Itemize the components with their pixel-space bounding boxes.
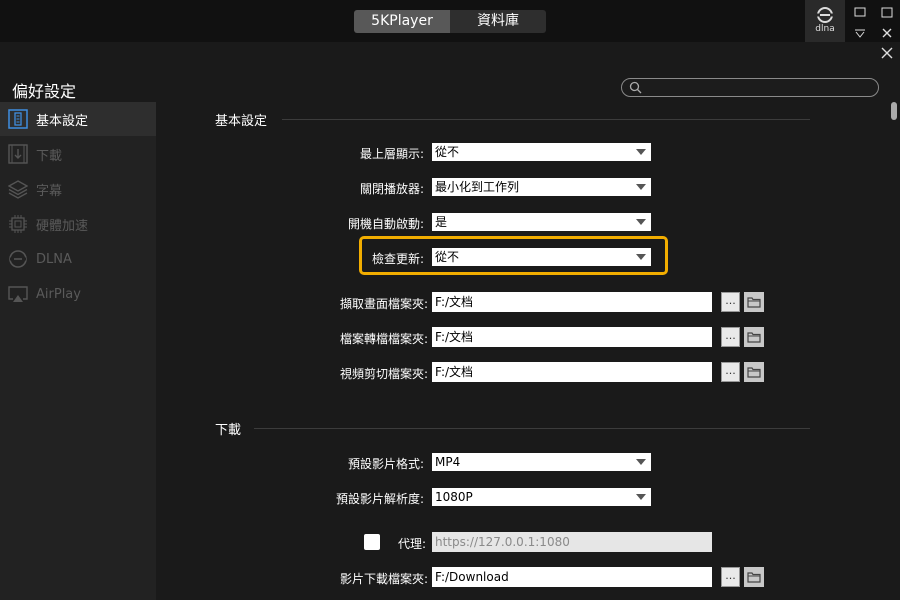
sidebar: 基本設定 下載 字幕 硬體加速 DLNA AirPlay — [0, 102, 156, 600]
sidebar-item-label: 基本設定 — [36, 113, 89, 129]
check-update-value: 從不 — [435, 250, 460, 264]
close-player-select[interactable]: 最小化到工作列 — [432, 178, 651, 196]
sidebar-item-basic-settings[interactable]: 基本設定 — [0, 102, 156, 136]
convert-browse-button[interactable]: ... — [721, 327, 740, 347]
download-folder-field[interactable] — [432, 567, 712, 587]
preferences-header: 偏好設定 — [0, 42, 900, 102]
cut-open-folder-button[interactable] — [744, 362, 764, 382]
scrollbar-thumb[interactable] — [891, 102, 897, 120]
format-label: 預設影片格式: — [347, 457, 424, 471]
minimize-button[interactable] — [851, 4, 869, 20]
check-update-select[interactable]: 從不 — [432, 248, 651, 266]
chevron-down-icon — [855, 29, 865, 38]
always-on-top-select[interactable]: 從不 — [432, 143, 651, 161]
tab-5kplayer[interactable]: 5KPlayer — [354, 10, 450, 33]
always-on-top-value: 從不 — [435, 145, 460, 159]
download-icon — [8, 144, 28, 164]
section-divider — [282, 119, 810, 120]
resolution-value: 1080P — [435, 490, 473, 504]
close-player-label: 關閉播放器: — [359, 182, 424, 196]
maximize-icon — [881, 7, 893, 18]
sidebar-item-subtitles[interactable]: 字幕 — [0, 172, 156, 206]
autostart-value: 是 — [435, 215, 448, 229]
snapshot-open-folder-button[interactable] — [744, 292, 764, 312]
autostart-select[interactable]: 是 — [432, 213, 651, 231]
sidebar-item-airplay[interactable]: AirPlay — [0, 277, 156, 311]
convert-open-folder-button[interactable] — [744, 327, 764, 347]
folder-icon — [747, 332, 761, 343]
settings-icon — [8, 109, 28, 129]
resolution-label: 預設影片解析度: — [335, 492, 424, 506]
chevron-down-icon — [636, 254, 646, 260]
sidebar-item-label: DLNA — [36, 251, 72, 267]
close-player-value: 最小化到工作列 — [435, 180, 520, 194]
download-open-folder-button[interactable] — [744, 567, 764, 587]
maximize-button[interactable] — [878, 4, 896, 20]
snapshot-folder-label: 擷取畫面檔案夾: — [339, 297, 428, 311]
chevron-down-icon — [636, 459, 646, 465]
sidebar-item-label: 硬體加速 — [36, 218, 89, 234]
check-update-label: 檢查更新: — [371, 252, 424, 266]
format-select[interactable]: MP4 — [432, 453, 651, 471]
page-title: 偏好設定 — [12, 82, 77, 101]
proxy-checkbox[interactable] — [364, 534, 380, 550]
dlna-icon — [8, 249, 28, 269]
section-title-download: 下載 — [215, 423, 242, 438]
folder-icon — [747, 367, 761, 378]
snapshot-browse-button[interactable]: ... — [721, 292, 740, 312]
section-title-basic: 基本設定 — [215, 114, 268, 129]
menu-dropdown-button[interactable] — [851, 25, 869, 41]
section-divider — [254, 428, 810, 429]
sidebar-item-label: 下載 — [36, 148, 63, 164]
snapshot-folder-field[interactable] — [432, 292, 712, 312]
folder-icon — [747, 297, 761, 308]
convert-folder-field[interactable] — [432, 327, 712, 347]
close-icon — [882, 28, 892, 38]
sidebar-item-label: 字幕 — [36, 183, 63, 199]
proxy-label: 代理: — [397, 537, 426, 551]
search-box[interactable] — [621, 78, 879, 97]
minimize-icon — [854, 7, 866, 17]
title-bar: 5KPlayer 資料庫 dlna — [0, 0, 900, 42]
cut-folder-field[interactable] — [432, 362, 712, 382]
download-browse-button[interactable]: ... — [721, 567, 740, 587]
sidebar-item-dlna[interactable]: DLNA — [0, 242, 156, 276]
sidebar-item-hardware-acceleration[interactable]: 硬體加速 — [0, 207, 156, 241]
search-icon — [629, 81, 642, 94]
chip-icon — [8, 214, 28, 234]
dlna-icon — [816, 7, 834, 23]
autostart-label: 開機自動啟動: — [347, 217, 424, 231]
tab-library[interactable]: 資料庫 — [450, 10, 546, 33]
download-folder-label: 影片下載檔案夾: — [339, 572, 428, 586]
settings-panel: 基本設定 最上層顯示: 從不 關閉播放器: 最小化到工作列 開機自動啟動: 是 … — [156, 102, 900, 600]
sidebar-item-download[interactable]: 下載 — [0, 137, 156, 171]
close-icon — [881, 47, 893, 59]
chevron-down-icon — [636, 494, 646, 500]
folder-icon — [747, 572, 761, 583]
dlna-button[interactable]: dlna — [805, 0, 845, 42]
chevron-down-icon — [636, 219, 646, 225]
always-on-top-label: 最上層顯示: — [359, 147, 424, 161]
convert-folder-label: 檔案轉檔檔案夾: — [339, 332, 428, 346]
chevron-down-icon — [636, 149, 646, 155]
search-input[interactable] — [644, 79, 874, 96]
app-close-button[interactable] — [878, 25, 896, 41]
dlna-label: dlna — [815, 24, 835, 34]
chevron-down-icon — [636, 184, 646, 190]
sidebar-item-label: AirPlay — [36, 286, 81, 302]
proxy-field[interactable] — [432, 532, 712, 552]
cut-browse-button[interactable]: ... — [721, 362, 740, 382]
preferences-close-button[interactable] — [878, 45, 896, 61]
main-tabs: 5KPlayer 資料庫 — [354, 10, 546, 33]
cut-folder-label: 視頻剪切檔案夾: — [339, 367, 428, 381]
subtitle-layers-icon — [8, 179, 28, 199]
airplay-icon — [8, 284, 28, 304]
resolution-select[interactable]: 1080P — [432, 488, 651, 506]
format-value: MP4 — [435, 455, 461, 469]
